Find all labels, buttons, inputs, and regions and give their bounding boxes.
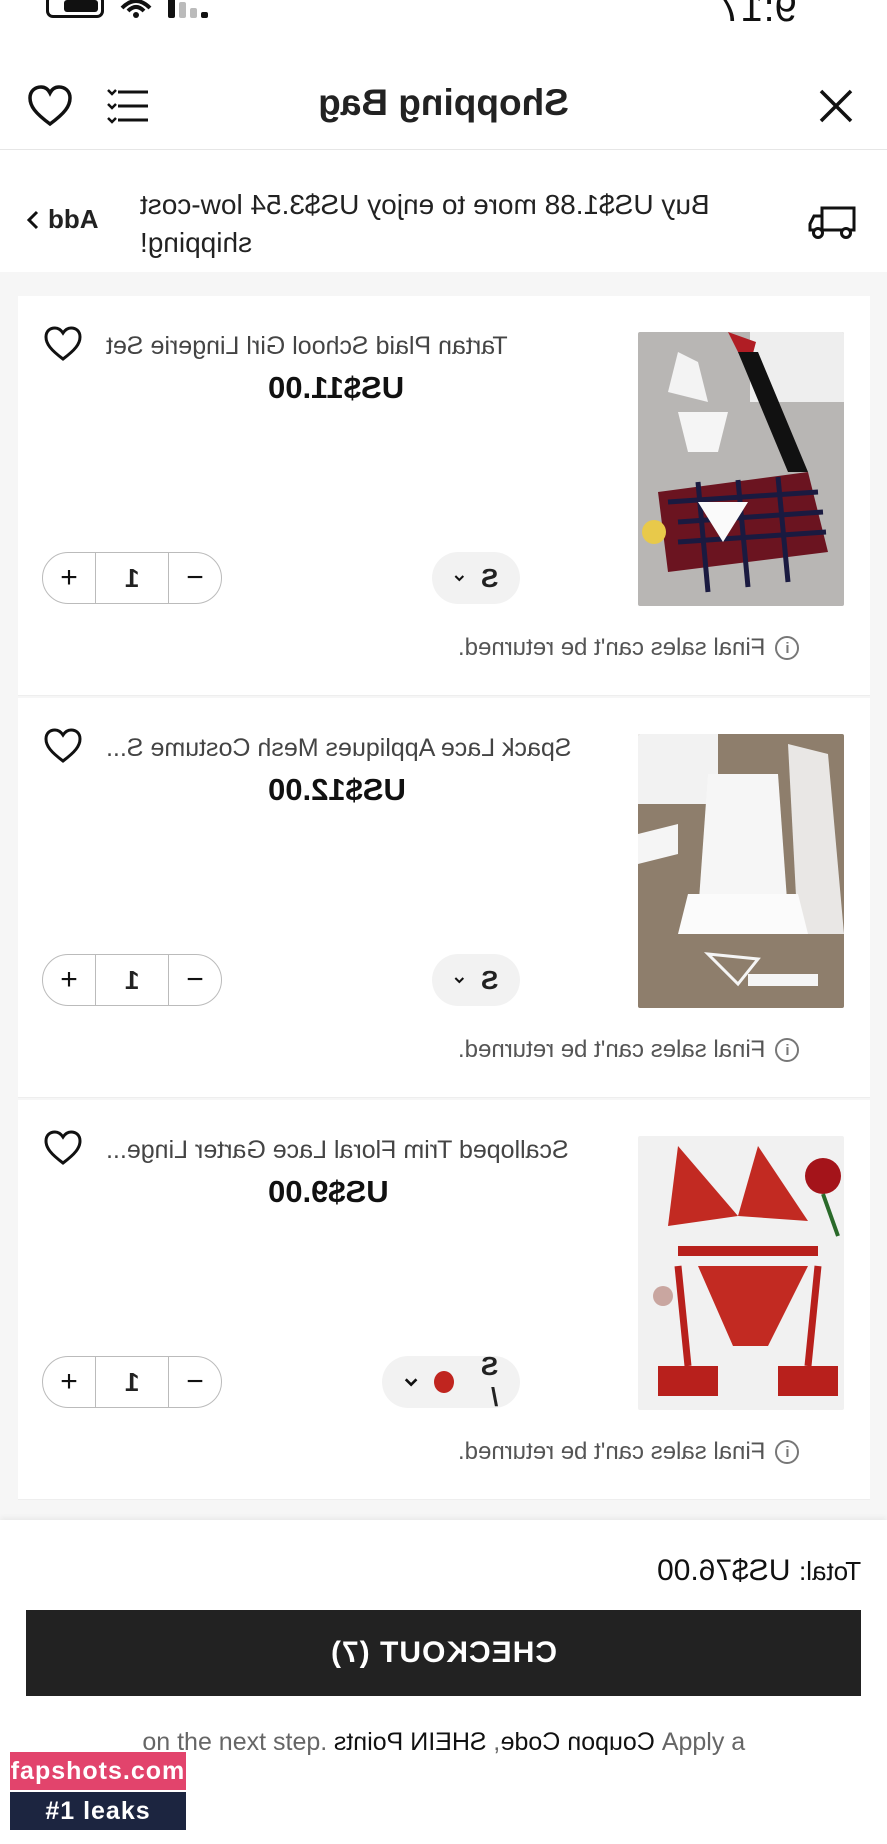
- size-label: S: [480, 562, 498, 593]
- size-label: S /: [480, 1351, 499, 1412]
- item-title[interactable]: Spack Lace Appliques Mesh Costume S...: [106, 734, 626, 763]
- item-price: US$12.00: [268, 772, 406, 807]
- cart-item: Scalloped Trim Floral Lace Garter Linge.…: [18, 1100, 870, 1500]
- size-color-selector[interactable]: S /: [382, 1351, 520, 1412]
- cart-item: Spack Lace Appliques Mesh Costume S... U…: [18, 698, 870, 1098]
- cart-list: Tartan Plaid School Girl Lingerie Set US…: [0, 272, 887, 1520]
- decrease-button[interactable]: −: [169, 1357, 221, 1407]
- chevron-down-icon: [454, 977, 465, 984]
- chevron-down-icon: [454, 575, 465, 582]
- total-label: Total:: [798, 1556, 861, 1586]
- battery-icon: [46, 0, 104, 18]
- product-image[interactable]: [638, 734, 844, 1008]
- decrease-button[interactable]: −: [169, 553, 221, 603]
- increase-button[interactable]: +: [43, 1357, 95, 1407]
- increase-button[interactable]: +: [43, 955, 95, 1005]
- watermark: fapshots.com #1 leaks: [10, 1752, 186, 1830]
- wishlist-heart-icon[interactable]: [44, 728, 82, 764]
- quantity-stepper: + 1 −: [42, 1356, 222, 1408]
- increase-button[interactable]: +: [43, 553, 95, 603]
- header-bar: Shopping Bag: [0, 60, 887, 150]
- add-link-label: Add: [48, 204, 99, 234]
- product-image[interactable]: [638, 1136, 844, 1410]
- watermark-line2: #1 leaks: [10, 1792, 186, 1830]
- info-icon: i: [775, 1038, 800, 1062]
- signal-icon: [168, 0, 208, 18]
- status-time: 9:17: [719, 0, 797, 30]
- info-icon: i: [775, 1440, 800, 1464]
- item-title[interactable]: Scalloped Trim Floral Lace Garter Linge.…: [106, 1136, 626, 1165]
- status-bar: 9:17: [0, 0, 887, 40]
- final-sale-notice: Final sales can't be returned. i: [458, 1438, 800, 1466]
- chevron-down-icon: [404, 1378, 418, 1387]
- final-sale-notice: Final sales can't be returned. i: [458, 1036, 800, 1064]
- wishlist-heart-icon[interactable]: [44, 1130, 82, 1166]
- close-icon[interactable]: [812, 82, 860, 130]
- quantity-value[interactable]: 1: [95, 955, 169, 1005]
- product-image[interactable]: [638, 332, 844, 606]
- wifi-icon: [120, 0, 152, 18]
- checkout-button[interactable]: CHECKOUT (7): [26, 1610, 861, 1696]
- size-selector[interactable]: S: [432, 954, 520, 1006]
- status-icons: [46, 0, 208, 18]
- watermark-line1: fapshots.com: [10, 1752, 186, 1790]
- decrease-button[interactable]: −: [169, 955, 221, 1005]
- wishlist-heart-icon[interactable]: [44, 326, 82, 362]
- item-price: US$11.00: [268, 370, 405, 405]
- size-selector[interactable]: S: [432, 552, 520, 604]
- item-price: US$9.00: [268, 1174, 389, 1209]
- total-value: US$76.00: [657, 1554, 791, 1587]
- quantity-stepper: + 1 −: [42, 552, 222, 604]
- shipping-banner: Add Buy US$1.88 more to enjoy US$3.54 lo…: [0, 152, 887, 270]
- quantity-value[interactable]: 1: [95, 553, 169, 603]
- final-sale-notice: Final sales can't be returned. i: [458, 634, 800, 662]
- page-title: Shopping Bag: [318, 82, 569, 123]
- size-label: S: [480, 964, 498, 995]
- quantity-stepper: + 1 −: [42, 954, 222, 1006]
- truck-icon: [808, 206, 856, 239]
- add-more-link[interactable]: Add: [26, 204, 99, 235]
- shipping-message: Buy US$1.88 more to enjoy US$3.54 low-co…: [140, 189, 710, 258]
- chevron-left-icon: [26, 210, 39, 229]
- color-swatch: [434, 1371, 454, 1393]
- item-title[interactable]: Tartan Plaid School Girl Lingerie Set: [106, 332, 626, 361]
- order-total: US$76.00 Total:: [657, 1554, 861, 1588]
- quantity-value[interactable]: 1: [95, 1357, 169, 1407]
- info-icon: i: [775, 636, 800, 660]
- cart-item: Tartan Plaid School Girl Lingerie Set US…: [18, 296, 870, 696]
